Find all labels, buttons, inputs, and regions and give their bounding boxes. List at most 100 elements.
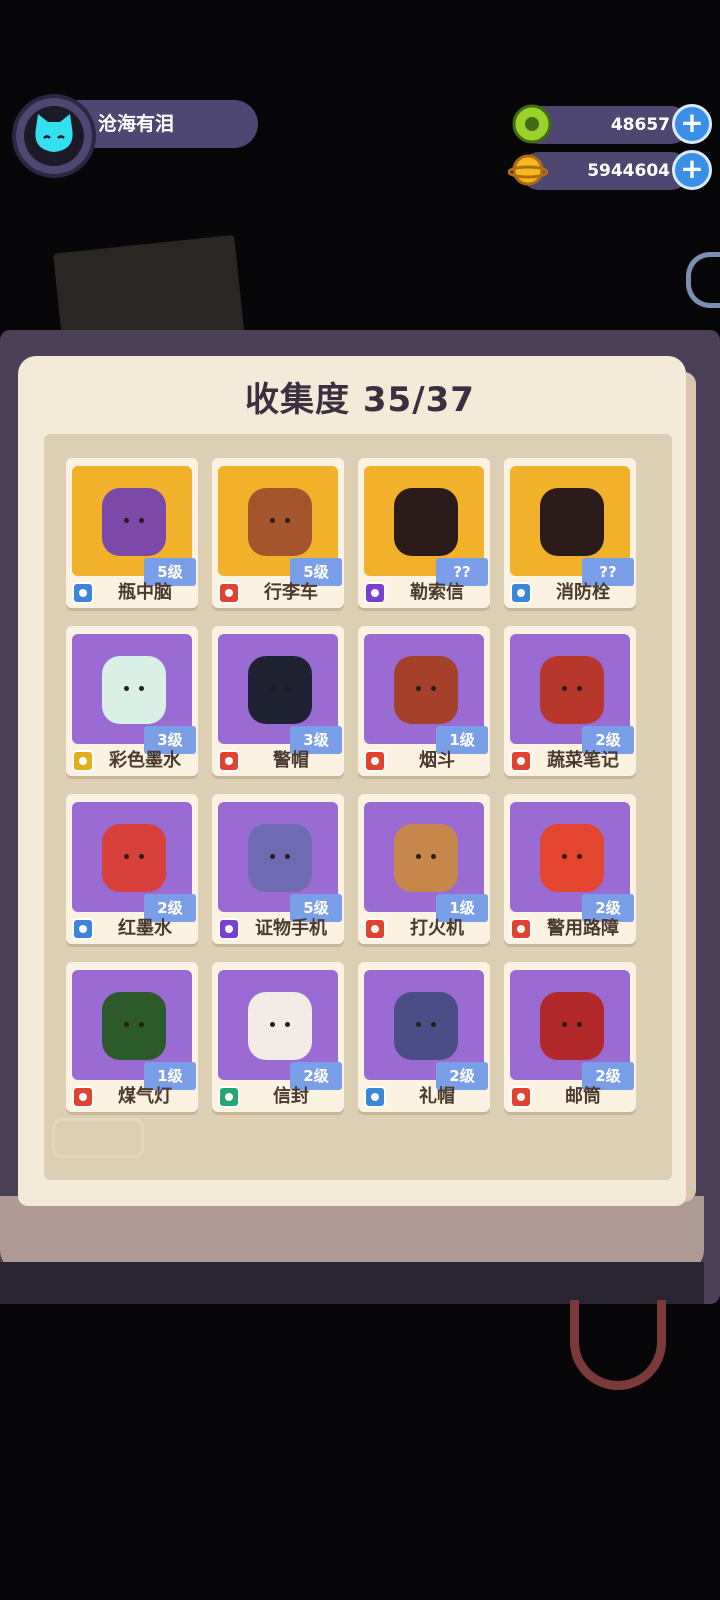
water-type-icon <box>72 582 94 604</box>
fire-type-icon <box>218 582 240 604</box>
item-name: 勒索信 <box>410 582 464 603</box>
item-card[interactable]: 1级 打火机 <box>358 794 490 944</box>
item-illustration <box>102 824 166 892</box>
item-face-icon <box>562 1022 582 1028</box>
fire-type-icon <box>72 1086 94 1108</box>
item-name: 打火机 <box>410 918 464 939</box>
item-name: 蔬菜笔记 <box>547 750 619 771</box>
item-face-icon <box>124 686 144 692</box>
item-illustration <box>102 488 166 556</box>
item-illustration <box>540 488 604 556</box>
player-name: 沧海有泪 <box>98 113 175 135</box>
item-illustration <box>540 656 604 724</box>
item-name: 烟斗 <box>419 750 455 771</box>
item-art-background: 1级 <box>72 970 196 1090</box>
moon-type-icon <box>364 582 386 604</box>
item-name: 煤气灯 <box>118 1086 172 1107</box>
item-art-background: 3级 <box>218 634 342 754</box>
item-card[interactable]: 2级 警用路障 <box>504 794 636 944</box>
add-coin-currency-button[interactable]: + <box>672 150 712 190</box>
item-illustration <box>248 656 312 724</box>
item-face-icon <box>270 854 290 860</box>
item-face-icon <box>562 854 582 860</box>
item-card[interactable]: 1级 烟斗 <box>358 626 490 776</box>
collection-title: 收集度 35/37 <box>0 372 720 421</box>
item-face-icon <box>270 686 290 692</box>
item-name: 警用路障 <box>547 918 619 939</box>
item-face-icon <box>416 1022 436 1028</box>
item-illustration <box>394 656 458 724</box>
book-base <box>0 1262 704 1304</box>
item-face-icon <box>416 686 436 692</box>
collection-progress: 35/37 <box>362 380 475 420</box>
item-art-background: 5级 <box>72 466 196 586</box>
item-illustration <box>394 992 458 1060</box>
item-art-background: 1级 <box>364 802 488 922</box>
book-strap <box>570 1300 666 1390</box>
item-face-icon <box>562 686 582 692</box>
item-card[interactable]: 3级 彩色墨水 <box>66 626 198 776</box>
item-face-icon <box>124 1022 144 1028</box>
item-art-background: 3级 <box>72 634 196 754</box>
item-art-background: 2级 <box>218 970 342 1090</box>
avatar[interactable] <box>24 106 84 166</box>
fire-type-icon <box>510 918 532 940</box>
side-paperclip-icon[interactable] <box>686 252 720 308</box>
donut-currency-value: 48657 <box>610 115 670 135</box>
item-card[interactable]: 2级 蔬菜笔记 <box>504 626 636 776</box>
water-type-icon <box>72 918 94 940</box>
item-art-background: 5级 <box>218 802 342 922</box>
item-illustration <box>394 824 458 892</box>
item-card[interactable]: 1级 煤气灯 <box>66 962 198 1112</box>
item-name: 红墨水 <box>118 918 172 939</box>
item-art-background: ?? <box>364 466 488 586</box>
fire-type-icon <box>364 918 386 940</box>
coin-currency-value: 5944604 <box>587 161 670 181</box>
item-card[interactable]: ?? 勒索信 <box>358 458 490 608</box>
cat-face-icon <box>35 114 73 152</box>
item-art-background: 2级 <box>72 802 196 922</box>
item-card[interactable]: ?? 消防栓 <box>504 458 636 608</box>
item-art-background: 2级 <box>510 970 634 1090</box>
item-card[interactable]: 2级 礼帽 <box>358 962 490 1112</box>
item-card[interactable]: 3级 警帽 <box>212 626 344 776</box>
item-illustration <box>394 488 458 556</box>
item-art-background: 2级 <box>364 970 488 1090</box>
item-name: 警帽 <box>273 750 309 771</box>
item-illustration <box>248 488 312 556</box>
item-illustration <box>540 824 604 892</box>
item-face-icon <box>416 854 436 860</box>
item-face-icon <box>562 518 582 524</box>
cat-doodle-icon <box>52 1118 144 1158</box>
item-illustration <box>540 992 604 1060</box>
water-type-icon <box>510 582 532 604</box>
item-name: 信封 <box>273 1086 309 1107</box>
item-face-icon <box>416 518 436 524</box>
item-illustration <box>102 656 166 724</box>
item-art-background: 1级 <box>364 634 488 754</box>
fire-type-icon <box>510 750 532 772</box>
item-name: 礼帽 <box>419 1086 455 1107</box>
item-name: 瓶中脑 <box>118 582 172 603</box>
item-illustration <box>248 992 312 1060</box>
item-illustration <box>102 992 166 1060</box>
collection-title-label: 收集度 <box>245 380 351 420</box>
item-name: 行李车 <box>264 582 318 603</box>
item-card[interactable]: 5级 证物手机 <box>212 794 344 944</box>
gold-type-icon <box>72 750 94 772</box>
item-card[interactable]: 2级 信封 <box>212 962 344 1112</box>
item-name: 邮筒 <box>565 1086 601 1107</box>
item-card[interactable]: 5级 瓶中脑 <box>66 458 198 608</box>
item-name: 彩色墨水 <box>109 750 181 771</box>
item-card[interactable]: 2级 红墨水 <box>66 794 198 944</box>
item-card[interactable]: 2级 邮筒 <box>504 962 636 1112</box>
add-donut-currency-button[interactable]: + <box>672 104 712 144</box>
item-face-icon <box>124 518 144 524</box>
fire-type-icon <box>510 1086 532 1108</box>
book-spine-bottom <box>0 1196 704 1272</box>
fire-type-icon <box>218 750 240 772</box>
item-art-background: 5级 <box>218 466 342 586</box>
moon-type-icon <box>218 918 240 940</box>
item-art-background: ?? <box>510 466 634 586</box>
item-card[interactable]: 5级 行李车 <box>212 458 344 608</box>
